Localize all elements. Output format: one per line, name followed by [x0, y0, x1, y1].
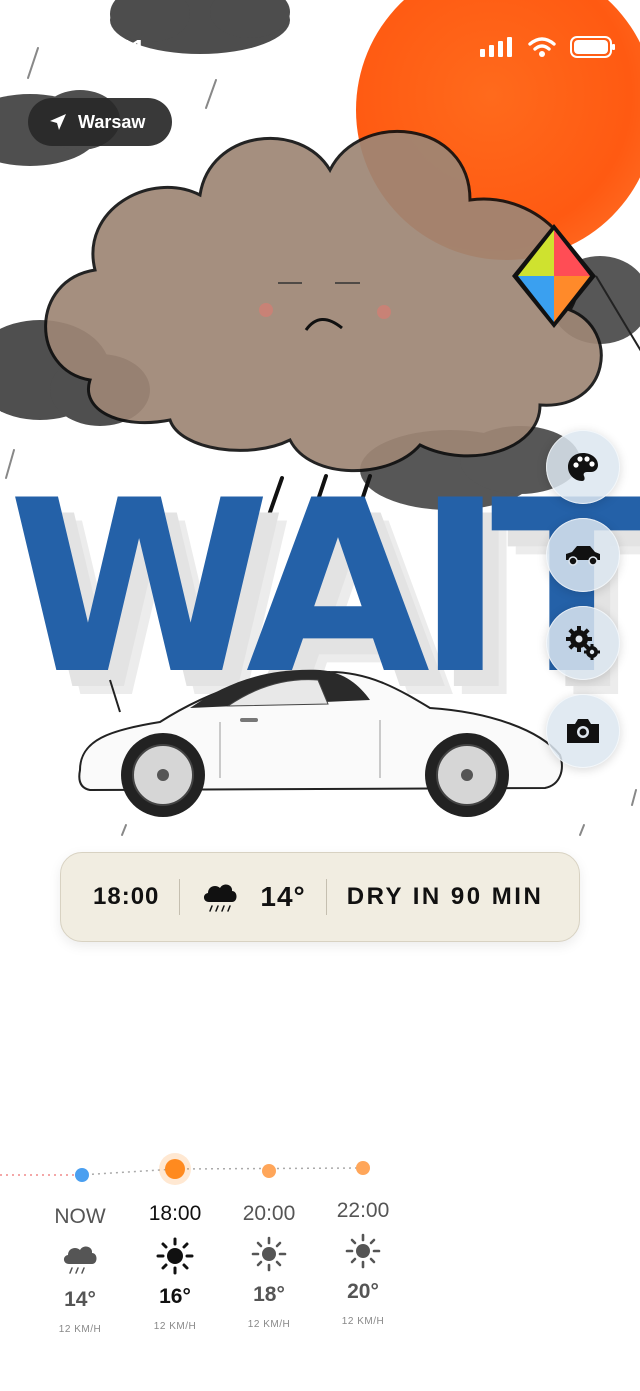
forecast-time: 18:00: [148, 1202, 202, 1225]
forecast-dot: [262, 1164, 276, 1178]
location-pill[interactable]: Warsaw: [28, 98, 172, 146]
palette-button[interactable]: [546, 430, 620, 504]
rain-cloud-icon: [204, 884, 237, 912]
status-time: 9:41: [92, 34, 147, 64]
location-arrow-icon: [50, 114, 66, 130]
car-button[interactable]: [546, 518, 620, 592]
divider: [325, 879, 327, 915]
current-weather-card: 18:00 14° DRY IN 90 MIN: [60, 852, 580, 942]
forecast-wind: 12 KM/H: [341, 1316, 385, 1327]
forecast-item-1800[interactable]: 18:00 16° 12 KM/H: [130, 1202, 220, 1332]
forecast-wind: 12 KM/H: [58, 1324, 102, 1335]
card-status: DRY IN 90 MIN: [346, 883, 544, 910]
location-city: Warsaw: [78, 111, 146, 132]
sun-icon: [251, 1236, 287, 1272]
wifi-icon: [528, 37, 556, 57]
forecast-time: 22:00: [336, 1199, 390, 1222]
car-icon: [566, 546, 600, 566]
forecast-dot-active: [165, 1159, 185, 1179]
gears-icon: [566, 626, 600, 660]
signal-icon: [480, 37, 512, 57]
card-temp: 14°: [260, 881, 306, 912]
status-icons: [480, 36, 616, 58]
forecast-item-now[interactable]: NOW 14° 12 KM/H: [35, 1205, 125, 1335]
battery-icon: [570, 36, 615, 58]
forecast-temp: 20°: [347, 1280, 379, 1303]
camera-icon: [567, 719, 599, 743]
forecast-time: 20:00: [242, 1202, 296, 1225]
sun-icon: [345, 1233, 381, 1269]
forecast-item-2200[interactable]: 22:00 20° 12 KM/H: [318, 1199, 408, 1327]
forecast-time: NOW: [54, 1205, 106, 1228]
forecast-temp: 16°: [159, 1285, 191, 1308]
forecast-timeline: [0, 1153, 370, 1185]
forecast-temp: 18°: [253, 1283, 285, 1306]
palette-icon: [568, 453, 598, 481]
camera-button[interactable]: [546, 694, 620, 768]
forecast-wind: 12 KM/H: [247, 1319, 291, 1330]
forecast-temp: 14°: [64, 1288, 96, 1311]
forecast-item-2000[interactable]: 20:00 18° 12 KM/H: [224, 1202, 314, 1330]
forecast-dot: [75, 1168, 89, 1182]
forecast-dot: [356, 1161, 370, 1175]
forecast-wind: 12 KM/H: [153, 1321, 197, 1332]
sun-icon: [156, 1237, 194, 1275]
card-time: 18:00: [93, 883, 160, 910]
car-illustration: [78, 669, 563, 817]
rain-cloud-icon: [63, 1246, 97, 1274]
settings-button[interactable]: [546, 606, 620, 680]
divider: [179, 879, 181, 915]
